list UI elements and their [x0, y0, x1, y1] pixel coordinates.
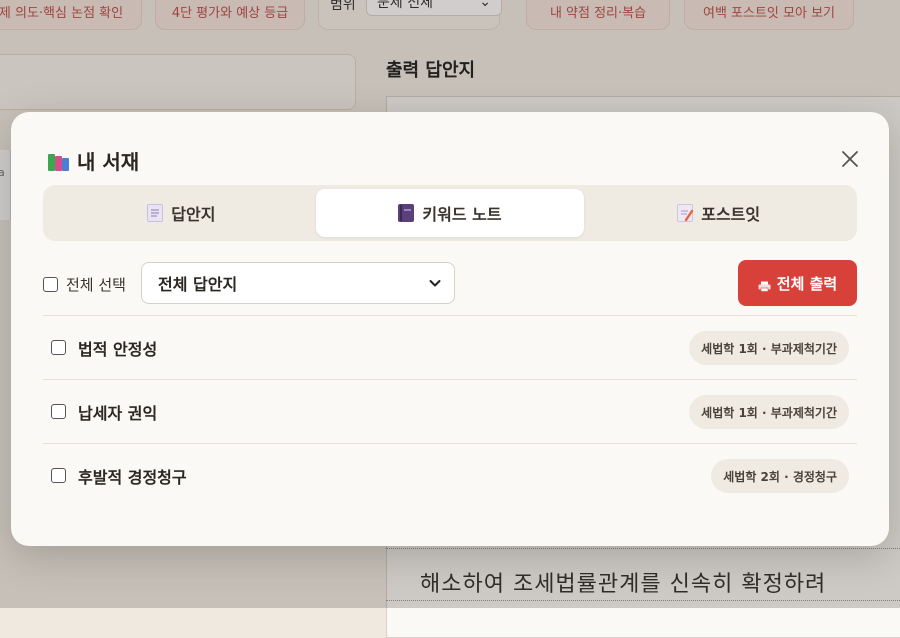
- close-button[interactable]: [839, 148, 861, 170]
- books-icon: [47, 150, 69, 172]
- close-icon: [842, 151, 858, 167]
- item-title: 후발적 경정청구: [78, 467, 187, 487]
- item-source-badge: 세법학 1회 · 부과제척기간: [689, 395, 849, 429]
- list-item[interactable]: 법적 안정성 세법학 1회 · 부과제척기간: [43, 315, 857, 379]
- tab-answer-sheets[interactable]: 답안지: [47, 189, 316, 237]
- checkbox[interactable]: [43, 277, 58, 292]
- tab-postits[interactable]: 포스트잇: [584, 189, 853, 237]
- checkbox[interactable]: [51, 340, 66, 355]
- item-title: 법적 안정성: [78, 339, 158, 359]
- item-title: 납세자 권익: [78, 403, 158, 423]
- modal-header: 내 서재: [47, 146, 139, 175]
- notebook-icon: [398, 204, 415, 222]
- filter-selected-value: 전체 답안지: [158, 275, 238, 294]
- list-toolbar: 전체 선택 전체 답안지 전체 출력: [43, 260, 857, 306]
- item-source-badge: 세법학 1회 · 부과제척기간: [689, 331, 849, 365]
- tab-label: 키워드 노트: [422, 205, 502, 224]
- tab-label: 답안지: [171, 205, 216, 224]
- checkbox[interactable]: [51, 404, 66, 419]
- tab-bar: 답안지 키워드 노트 포스트잇: [43, 185, 857, 241]
- answer-sheet-filter-select[interactable]: 전체 답안지: [141, 262, 455, 304]
- checkbox[interactable]: [51, 468, 66, 483]
- select-all-label: 전체 선택: [66, 276, 126, 294]
- modal-title: 내 서재: [77, 150, 140, 174]
- document-icon: [147, 204, 164, 222]
- chevron-down-icon: [429, 280, 441, 287]
- list-item[interactable]: 후발적 경정청구 세법학 2회 · 경정청구: [43, 443, 857, 507]
- library-modal: 내 서재 답안지 키워드 노트 포스트잇 전체 선택 전체 답안지 전체 출력 …: [11, 112, 889, 546]
- print-all-button[interactable]: 전체 출력: [738, 260, 857, 306]
- memo-icon: [677, 204, 694, 222]
- list-item[interactable]: 납세자 권익 세법학 1회 · 부과제척기간: [43, 379, 857, 443]
- tab-label: 포스트잇: [701, 205, 761, 224]
- item-source-badge: 세법학 2회 · 경정청구: [711, 459, 849, 493]
- printer-icon: [758, 278, 771, 292]
- keyword-note-list: 법적 안정성 세법학 1회 · 부과제척기간 납세자 권익 세법학 1회 · 부…: [43, 315, 857, 507]
- print-all-label: 전체 출력: [776, 274, 838, 293]
- tab-keyword-notes[interactable]: 키워드 노트: [315, 189, 585, 237]
- select-all-checkbox[interactable]: 전체 선택: [43, 274, 126, 295]
